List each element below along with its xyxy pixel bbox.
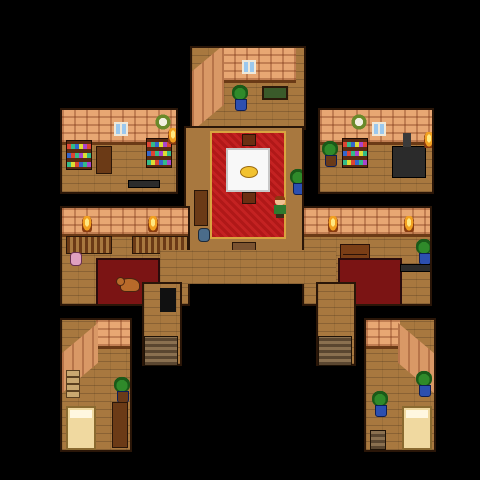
door-mat[interactable]: [400, 264, 430, 272]
dining-chair-top[interactable]: [242, 134, 256, 146]
bookshelf[interactable]: [66, 140, 92, 170]
potted-plant-icon: [416, 370, 432, 397]
stairs-icon[interactable]: [144, 336, 178, 366]
water-jar[interactable]: [198, 228, 210, 242]
wall-torch-icon: [404, 216, 414, 232]
drawer-cabinet[interactable]: [96, 146, 112, 174]
bed-icon[interactable]: [402, 406, 432, 450]
dark-doorway[interactable]: [160, 288, 176, 312]
kitchen-room: [318, 108, 434, 194]
window-icon: [114, 122, 128, 136]
wall-torch-icon: [82, 216, 92, 232]
potted-plant-icon: [322, 140, 338, 167]
wall-torch-icon: [424, 132, 432, 148]
north-hall-diagonal-wall: [192, 48, 224, 128]
ladder[interactable]: [370, 430, 386, 450]
wall-torch-icon: [328, 216, 338, 232]
game-map: [0, 0, 480, 480]
side-cabinet[interactable]: [194, 190, 208, 226]
west-wing-wall: [62, 208, 188, 237]
potted-plant-icon: [152, 114, 174, 140]
crate-icon[interactable]: [66, 370, 80, 384]
potted-plant-icon: [348, 114, 370, 140]
potted-plant-icon: [232, 84, 248, 111]
bedroom-sw: [60, 318, 132, 452]
wall-torch-icon: [148, 216, 158, 232]
window-icon: [372, 122, 386, 136]
pink-bed-corner[interactable]: [70, 252, 82, 266]
bookshelf[interactable]: [342, 138, 368, 168]
player-character[interactable]: [274, 196, 286, 218]
north-hall: [190, 46, 306, 130]
dining-room: [184, 126, 304, 252]
potted-plant-icon: [114, 376, 130, 403]
bedroom-se-wall: [366, 320, 400, 349]
door-mat[interactable]: [128, 180, 160, 188]
food-plate[interactable]: [240, 166, 258, 178]
north-hall-wall: [222, 48, 296, 83]
potted-plant-icon: [372, 390, 388, 417]
crate-icon[interactable]: [66, 384, 80, 398]
dog[interactable]: [116, 277, 140, 292]
central-corridor: [160, 250, 336, 284]
bed-icon[interactable]: [66, 406, 96, 450]
bedroom-se: [364, 318, 436, 452]
bedroom-sw-wall: [96, 320, 130, 349]
potted-plant-icon: [290, 168, 302, 195]
dining-chair-bottom[interactable]: [242, 192, 256, 204]
stove-icon[interactable]: [392, 133, 426, 178]
window-icon: [242, 60, 256, 74]
stairs-icon[interactable]: [318, 336, 352, 366]
potted-plant-icon: [416, 238, 430, 265]
library-room: [60, 108, 178, 194]
wardrobe[interactable]: [112, 402, 128, 448]
wall-painting: [262, 86, 288, 100]
